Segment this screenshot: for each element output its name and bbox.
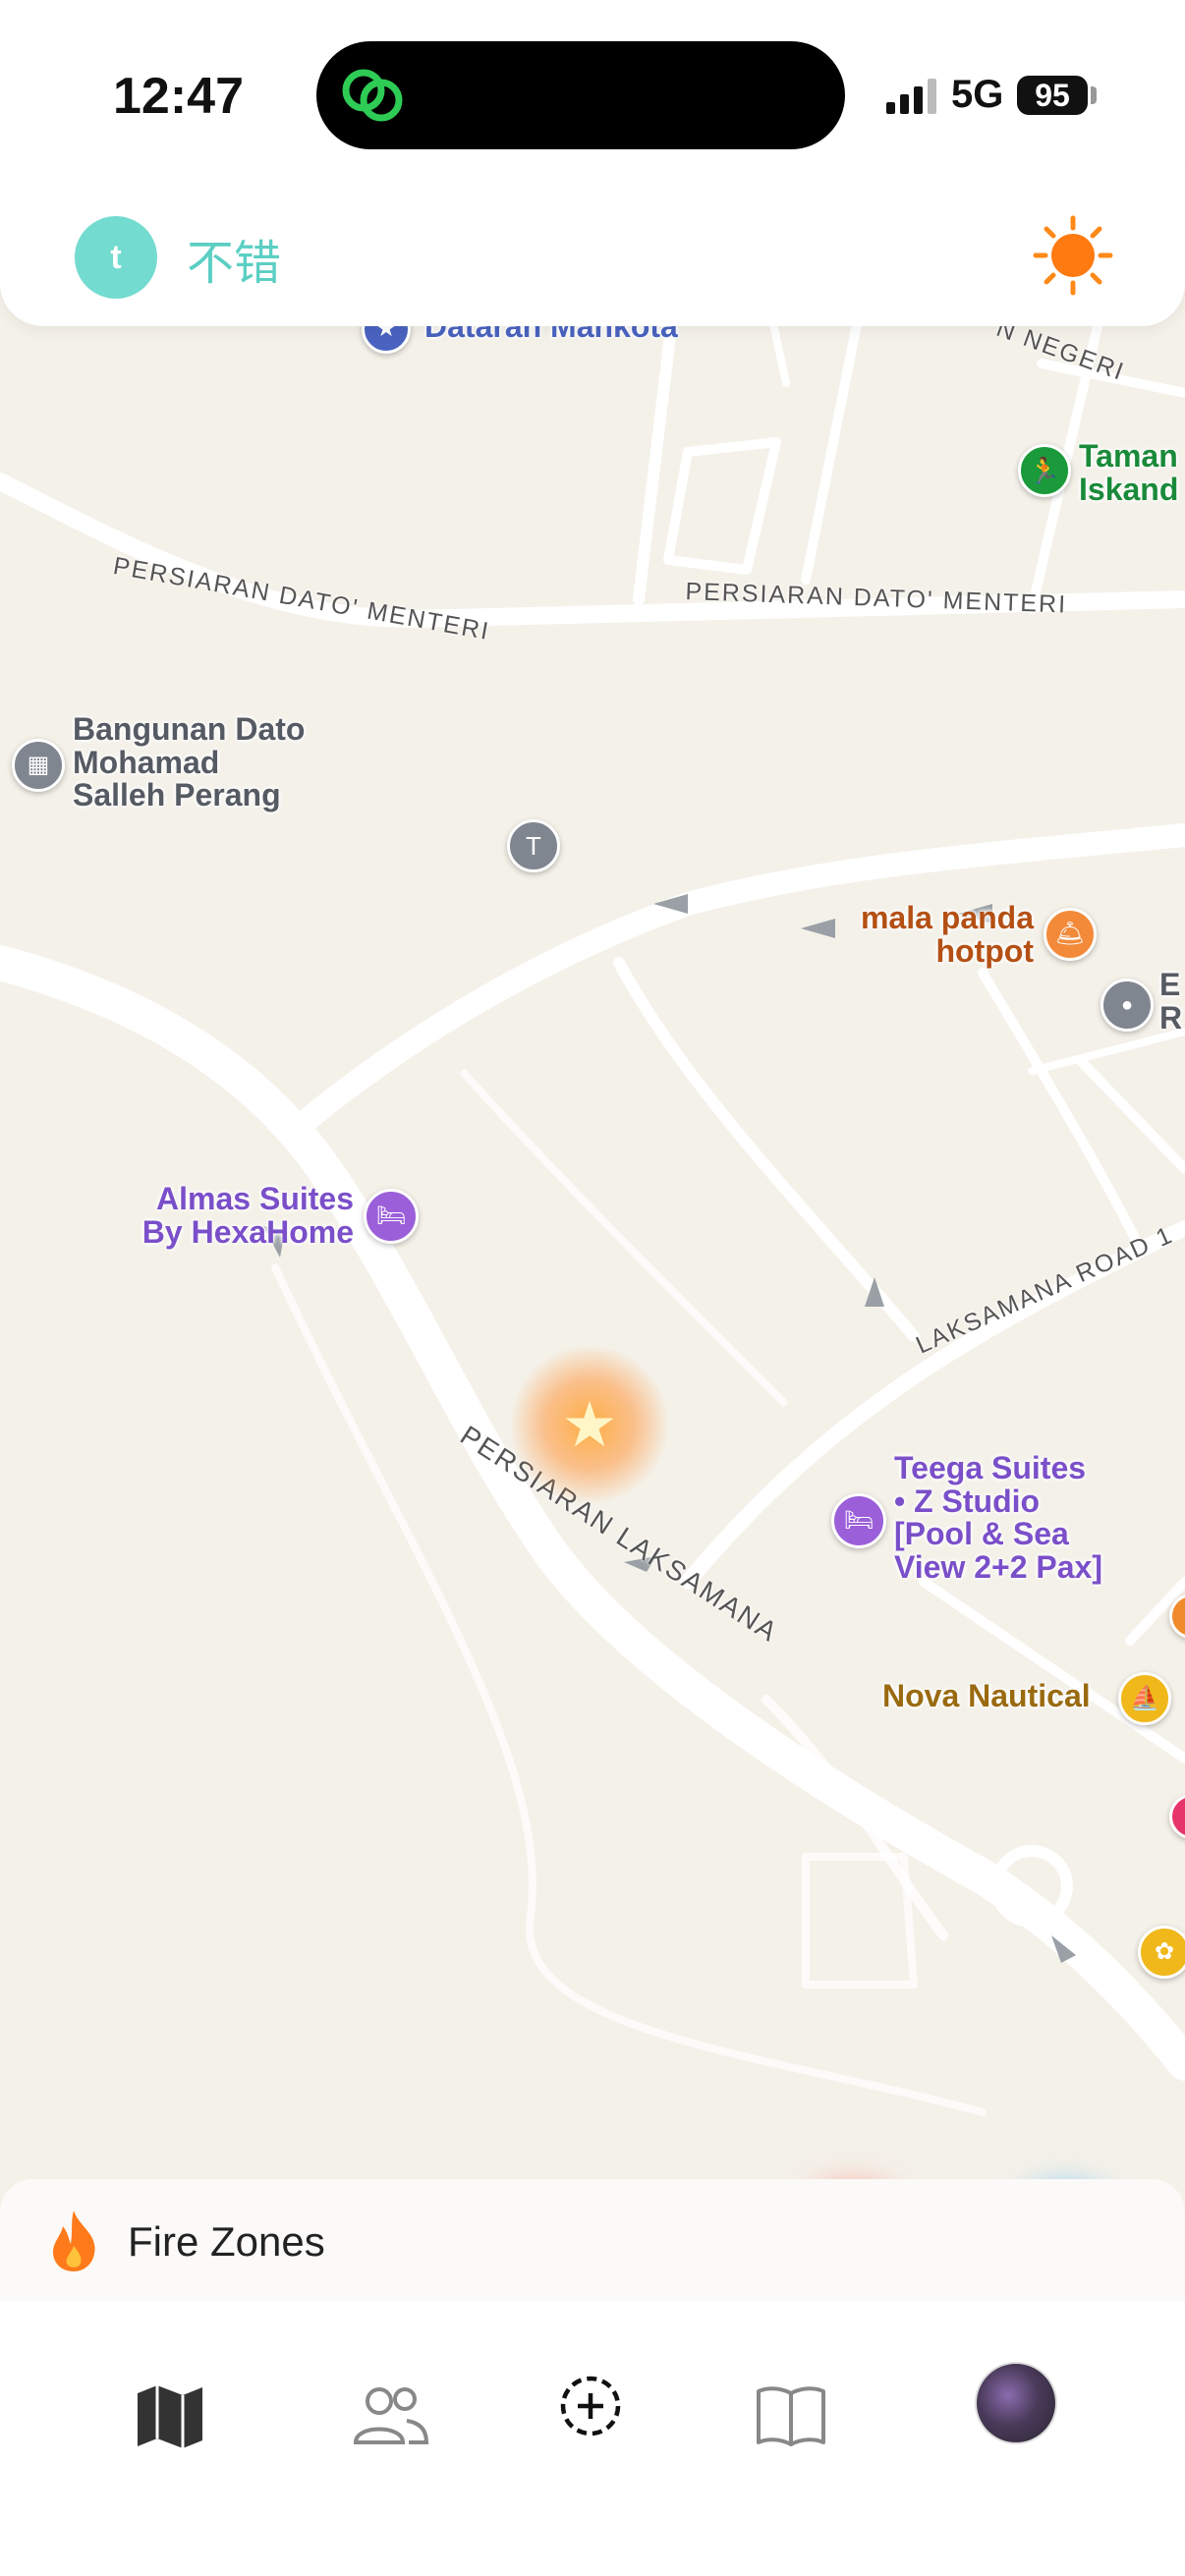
bottom-tab-bar <box>0 2301 1185 2576</box>
building-icon[interactable]: ▦ <box>12 739 65 792</box>
map-icon <box>138 2385 202 2448</box>
hotel-bed-icon[interactable]: 🛏 <box>364 1189 419 1244</box>
poi-label[interactable]: mala panda hotpot <box>845 901 1034 968</box>
cellular-signal-icon <box>886 79 936 114</box>
map-view[interactable]: PERSIARAN DATO' MENTERI PERSIARAN DATO' … <box>0 187 1185 2181</box>
link-rings-icon <box>342 69 403 122</box>
sun-icon[interactable] <box>1032 214 1114 297</box>
transit-icon[interactable]: T <box>507 819 560 872</box>
sailboat-icon[interactable]: ⛵ <box>1118 1672 1171 1725</box>
poi-label[interactable]: E R <box>1159 968 1182 1035</box>
restaurant-bell-icon[interactable]: 🛎 <box>1044 908 1097 961</box>
book-icon <box>757 2386 825 2446</box>
header-card: t 不错 <box>0 167 1185 326</box>
network-type: 5G <box>951 73 1004 116</box>
star-marker[interactable]: ★ <box>511 1346 668 1503</box>
fire-icon <box>53 2211 95 2271</box>
page-title: 不错 <box>187 236 282 291</box>
battery-tip <box>1091 86 1097 104</box>
fire-zones-label: Fire Zones <box>128 2218 325 2265</box>
poi-label[interactable]: Taman Iskand <box>1079 439 1178 506</box>
hotel-bed-icon[interactable]: 🛏 <box>831 1493 886 1548</box>
lotus-icon[interactable]: ✿ <box>1138 1926 1185 1979</box>
star-icon: ★ <box>561 1389 618 1460</box>
tab-friends[interactable] <box>346 2372 434 2460</box>
status-bar: 12:47 5G 95 <box>0 0 1185 187</box>
profile-avatar[interactable] <box>975 2362 1057 2444</box>
fire-zones-bar[interactable]: Fire Zones <box>0 2179 1185 2301</box>
tab-guide[interactable] <box>747 2372 835 2460</box>
poi-label[interactable]: Bangunan Dato Mohamad Salleh Perang <box>73 712 305 812</box>
running-person-icon[interactable]: 🏃 <box>1018 444 1071 497</box>
add-icon <box>560 2376 621 2436</box>
poi-label[interactable]: Almas Suites By HexaHome <box>118 1182 354 1249</box>
tab-map[interactable] <box>126 2372 214 2460</box>
place-dot-icon[interactable]: ● <box>1100 979 1154 1032</box>
status-time: 12:47 <box>113 68 244 125</box>
poi-label[interactable]: Nova Nautical <box>882 1679 1091 1713</box>
user-avatar[interactable]: t <box>75 216 157 299</box>
tab-add[interactable] <box>546 2362 635 2450</box>
poi-label[interactable]: Teega Suites • Z Studio [Pool & Sea View… <box>894 1451 1102 1584</box>
friends-icon <box>353 2387 429 2444</box>
battery-indicator: 95 <box>1017 76 1088 115</box>
